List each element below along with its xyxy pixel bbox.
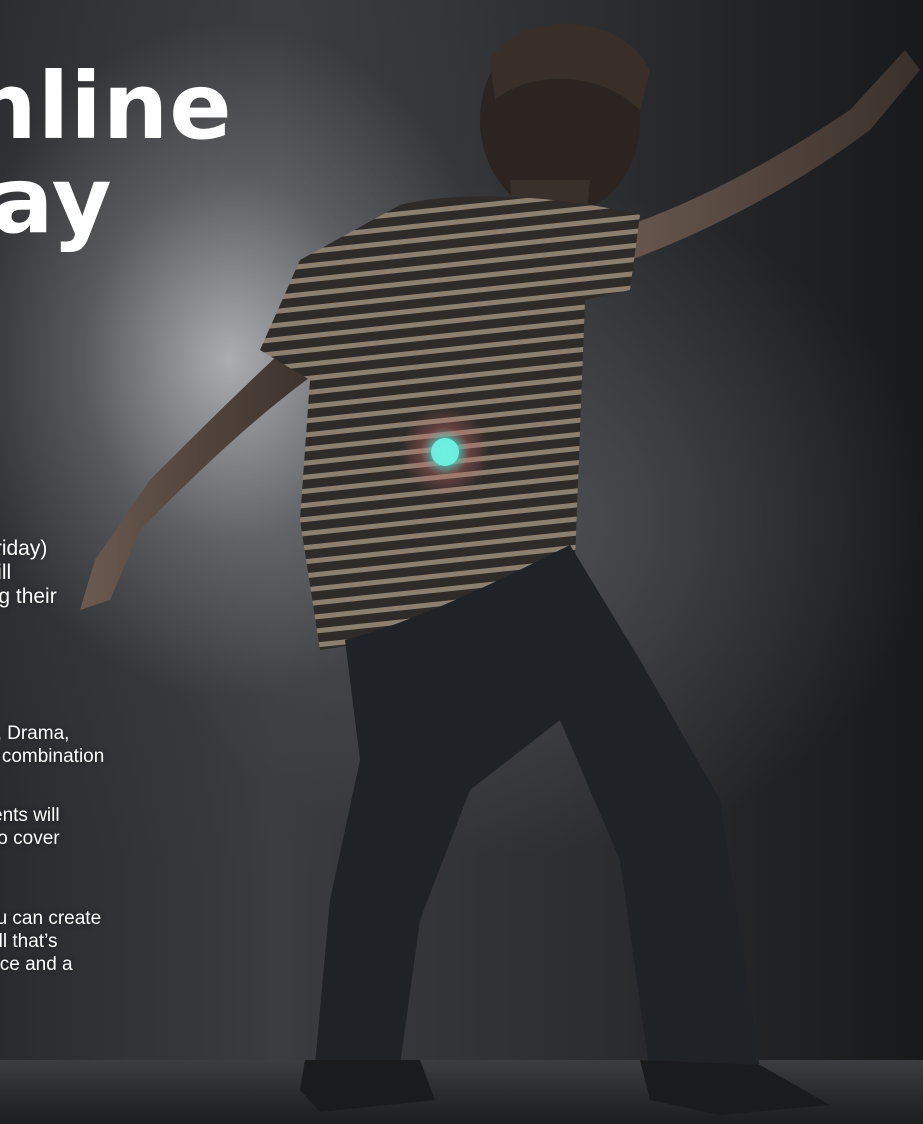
headline-line-2: Online (0, 53, 233, 160)
dancer-right-arm (600, 50, 920, 262)
body-line: e, Drama, (0, 723, 70, 744)
headline-line-4: s (0, 248, 233, 342)
body-line: to cover (0, 828, 60, 849)
body-paragraph-3: ents will to cover (0, 804, 60, 850)
headline: ol Online iday s (0, 0, 233, 342)
body-line: ou can create (0, 908, 102, 929)
dancer-left-shoe (300, 1060, 435, 1112)
body-line: All that’s (0, 931, 58, 952)
body-paragraph-2: e, Drama, a combination (0, 722, 104, 768)
body-line: a combination (0, 746, 105, 767)
body-paragraph-4: ou can create All that’s vice and a (0, 907, 101, 976)
body-line: vice and a (0, 954, 73, 975)
body-line: ents will (0, 805, 60, 826)
hero-photo: ol Online iday s Friday) will ing their … (0, 0, 923, 1124)
dancer-left-arm (80, 335, 320, 610)
headline-line-1: ol (0, 0, 233, 60)
headline-line-3: iday (0, 147, 113, 254)
body-line: will (0, 561, 12, 584)
body-line: ing their (0, 585, 57, 608)
body-paragraph-1: Friday) will ing their (0, 537, 57, 609)
body-line: Friday) (0, 537, 48, 560)
dancer-right-shoe (640, 1060, 830, 1115)
